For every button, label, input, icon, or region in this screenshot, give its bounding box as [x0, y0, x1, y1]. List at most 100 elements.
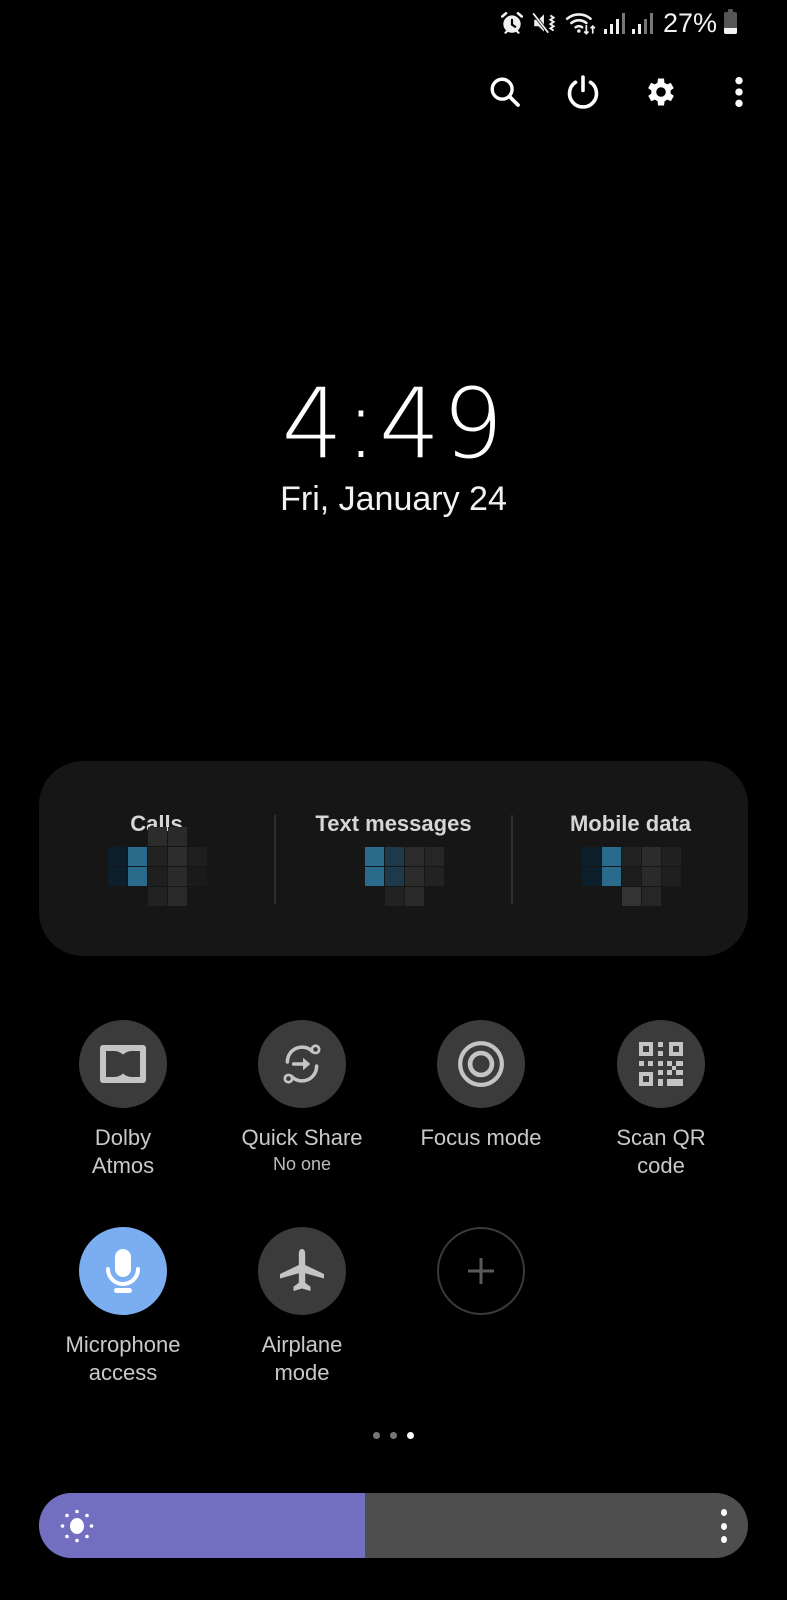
pixel-square	[581, 867, 601, 886]
pixelated-value	[98, 827, 216, 921]
power-icon	[567, 75, 599, 109]
tile-dolby-atmos: Dolby Atmos	[48, 1020, 198, 1180]
microphone-icon	[106, 1249, 140, 1293]
pixel-square	[581, 847, 601, 866]
more-vertical-icon	[735, 76, 743, 108]
mute-vibrate-icon	[531, 12, 556, 34]
pixel-square	[187, 867, 207, 886]
microphone-access-toggle[interactable]	[79, 1227, 167, 1315]
pixel-square	[127, 867, 147, 886]
usage-label: Mobile data	[569, 811, 691, 836]
pixel-square	[404, 867, 424, 886]
more-options-button[interactable]	[721, 74, 757, 110]
usage-text-messages[interactable]: Text messages	[276, 761, 511, 956]
gear-icon	[648, 78, 674, 106]
signal-sim1-icon	[603, 13, 625, 34]
tile-airplane-mode: Airplane mode	[227, 1227, 377, 1387]
pixel-square	[384, 867, 404, 886]
brightness-slider[interactable]	[39, 1493, 748, 1558]
pixel-square	[621, 847, 641, 866]
search-button[interactable]	[487, 74, 523, 110]
scan-qr-toggle[interactable]	[617, 1020, 705, 1108]
tile-focus-mode: Focus mode	[406, 1020, 556, 1152]
pixel-square	[404, 887, 424, 906]
pixel-square	[621, 867, 641, 886]
dolby-atmos-toggle[interactable]	[79, 1020, 167, 1108]
pixel-square	[601, 847, 621, 866]
page-dot[interactable]	[407, 1432, 414, 1439]
tile-label: Dolby Atmos	[91, 1125, 155, 1178]
clock-date[interactable]: Fri, January 24	[0, 480, 787, 519]
battery-icon	[724, 9, 737, 34]
pixel-square	[147, 827, 167, 846]
pixel-square	[167, 847, 187, 866]
pixelated-value	[572, 841, 690, 921]
status-bar: 27%	[499, 8, 737, 38]
tile-microphone-access: Microphone access	[48, 1227, 198, 1387]
pixel-square	[147, 847, 167, 866]
pixel-square	[167, 867, 187, 886]
pixel-square	[641, 867, 661, 886]
tile-add	[406, 1227, 556, 1315]
tile-quick-share: Quick Share No one	[227, 1020, 377, 1175]
pixel-square	[167, 887, 187, 906]
airplane-icon	[280, 1249, 324, 1291]
tile-label: Focus mode	[420, 1125, 542, 1150]
dolby-icon	[100, 1045, 146, 1083]
page-dot[interactable]	[390, 1432, 397, 1439]
focus-icon	[458, 1041, 504, 1087]
pixel-square	[424, 867, 444, 886]
pixel-square	[641, 887, 661, 906]
qr-code-icon	[639, 1042, 683, 1086]
pixel-square	[167, 827, 187, 846]
pixel-square	[661, 847, 681, 866]
airplane-mode-toggle[interactable]	[258, 1227, 346, 1315]
pixelated-value	[335, 841, 453, 921]
tile-label: Airplane mode	[261, 1332, 343, 1385]
tile-label: Microphone access	[65, 1332, 181, 1385]
add-tile-button[interactable]	[437, 1227, 525, 1315]
top-actions	[487, 74, 757, 110]
pixel-square	[661, 867, 681, 886]
pixel-square	[127, 847, 147, 866]
pixel-square	[364, 847, 384, 866]
plus-icon	[468, 1258, 494, 1284]
pixel-square	[147, 867, 167, 886]
wifi-icon	[565, 13, 596, 35]
clock-time[interactable]: 4:49	[0, 368, 787, 480]
sun-icon	[60, 1509, 94, 1543]
pixel-square	[147, 887, 167, 906]
pixel-square	[424, 847, 444, 866]
pixel-square	[364, 867, 384, 886]
pixel-square	[621, 887, 641, 906]
quick-share-icon	[283, 1044, 321, 1084]
search-icon	[490, 77, 520, 107]
pixel-square	[107, 847, 127, 866]
pixel-square	[384, 887, 404, 906]
quick-share-toggle[interactable]	[258, 1020, 346, 1108]
tile-sublabel: No one	[272, 1154, 332, 1174]
usage-label: Text messages	[315, 811, 472, 836]
pixel-square	[601, 867, 621, 886]
tile-label: Scan QR code	[616, 1125, 706, 1178]
tile-label: Quick Share	[241, 1125, 363, 1150]
pixel-square	[187, 847, 207, 866]
pixel-square	[107, 867, 127, 886]
alarm-icon	[500, 11, 524, 34]
page-indicator	[0, 1432, 787, 1439]
page-dot[interactable]	[373, 1432, 380, 1439]
settings-button[interactable]	[643, 74, 679, 110]
battery-percent: 27%	[662, 7, 717, 38]
brightness-more-button[interactable]	[718, 1509, 730, 1543]
pixel-square	[384, 847, 404, 866]
power-button[interactable]	[565, 74, 601, 110]
pixel-square	[641, 847, 661, 866]
usage-summary-card[interactable]: Calls Text messages Mobile data	[39, 761, 748, 956]
usage-calls[interactable]: Calls	[39, 761, 274, 956]
signal-sim2-icon	[631, 13, 653, 34]
more-vertical-icon	[721, 1509, 727, 1516]
pixel-square	[404, 847, 424, 866]
tile-scan-qr: Scan QR code	[586, 1020, 736, 1180]
usage-mobile-data[interactable]: Mobile data	[513, 761, 748, 956]
focus-mode-toggle[interactable]	[437, 1020, 525, 1108]
